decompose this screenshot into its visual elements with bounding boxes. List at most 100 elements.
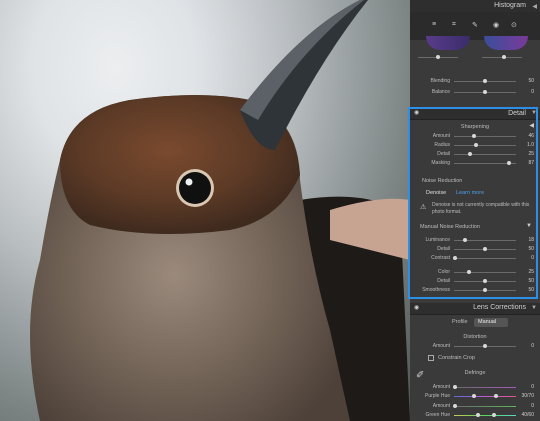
slider-label: Detail xyxy=(437,278,450,284)
right-panel: Histogram ◀ ≡ ⌗ ✎ ◉ ⊙ Blending 50 Balanc… xyxy=(410,0,540,421)
slider-purple-hue[interactable]: Purple Hue 30/70 xyxy=(410,393,540,400)
slider-label: Radius xyxy=(434,142,450,148)
slider-value[interactable]: 87 xyxy=(528,160,534,167)
slider-sharpen-amount[interactable]: Amount 46 xyxy=(410,133,540,140)
slider-label: Amount xyxy=(432,343,450,349)
lens-corrections-header[interactable]: ◉ Lens Corrections ▼ xyxy=(410,303,540,315)
slider-value[interactable]: 0 xyxy=(531,384,534,391)
slider-value[interactable]: 0 xyxy=(531,403,534,410)
slider-knob[interactable] xyxy=(453,385,457,389)
redeye-icon[interactable]: ◉ xyxy=(493,21,499,29)
slider-distortion-amount[interactable]: Amount 0 xyxy=(410,343,540,350)
color-wheels xyxy=(410,36,540,66)
manual-noise-label: Manual Noise Reduction xyxy=(420,224,480,230)
slider-label: Detail xyxy=(437,151,450,157)
color-wheel[interactable] xyxy=(426,36,470,50)
slider-knob[interactable] xyxy=(453,404,457,408)
slider-value[interactable]: 0 xyxy=(531,255,534,262)
slider-value[interactable]: 18 xyxy=(528,237,534,244)
slider-label: Amount xyxy=(432,403,450,409)
slider-contrast[interactable]: Contrast 0 xyxy=(410,255,540,262)
slider-knob[interactable] xyxy=(483,279,487,283)
slider-label: Balance xyxy=(431,89,450,95)
photo-canvas[interactable] xyxy=(0,0,410,421)
slider-knob[interactable] xyxy=(463,238,467,242)
slider-knob[interactable] xyxy=(483,344,487,348)
slider-value[interactable]: 0 xyxy=(531,89,534,96)
tab-profile[interactable]: Profile xyxy=(452,319,468,325)
slider-knob[interactable] xyxy=(483,90,487,94)
slider-knob[interactable] xyxy=(507,161,511,165)
collapse-icon[interactable]: ▼ xyxy=(526,223,532,229)
slider-color[interactable]: Color 25 xyxy=(410,269,540,276)
slider-knob[interactable] xyxy=(492,413,496,417)
collapse-icon[interactable]: ◀ xyxy=(532,3,537,10)
histogram-title: Histogram xyxy=(494,2,526,9)
visibility-icon[interactable]: ◉ xyxy=(414,304,419,311)
slider-balance[interactable]: Balance 0 xyxy=(410,89,540,96)
slider-smoothness[interactable]: Smoothness 50 xyxy=(410,287,540,294)
constrain-crop-checkbox[interactable] xyxy=(428,355,434,361)
visibility-icon[interactable]: ◉ xyxy=(414,109,419,116)
slider-color-detail[interactable]: Detail 50 xyxy=(410,278,540,285)
lens-corrections-title: Lens Corrections xyxy=(473,304,526,311)
learn-more-link[interactable]: Learn more xyxy=(456,190,484,196)
target-adjust-icon[interactable]: ◀ xyxy=(529,122,534,129)
slider-knob[interactable] xyxy=(483,79,487,83)
sliders-icon[interactable]: ≡ xyxy=(432,21,436,28)
slider-value[interactable]: 1.0 xyxy=(527,142,534,149)
crop-icon[interactable]: ⌗ xyxy=(452,21,456,29)
slider-label: Smoothness xyxy=(422,287,450,293)
slider-luminance[interactable]: Luminance 18 xyxy=(410,237,540,244)
slider-sharpen-masking[interactable]: Masking 87 xyxy=(410,160,540,167)
slider-green-hue[interactable]: Green Hue 40/60 xyxy=(410,412,540,419)
slider-value[interactable]: 30/70 xyxy=(521,393,534,400)
slider-value[interactable]: 50 xyxy=(528,287,534,294)
slider-lum-detail[interactable]: Detail 50 xyxy=(410,246,540,253)
slider-value[interactable]: 25 xyxy=(528,151,534,158)
warning-icon: ⚠ xyxy=(420,204,427,211)
slider-track[interactable] xyxy=(454,406,516,407)
slider-value[interactable]: 46 xyxy=(528,133,534,140)
slider-value[interactable]: 50 xyxy=(528,278,534,285)
detail-header[interactable]: ◉ Detail ▼ xyxy=(410,109,540,120)
slider-track[interactable] xyxy=(454,272,516,273)
collapse-icon[interactable]: ▼ xyxy=(531,110,537,116)
brush-icon[interactable]: ✎ xyxy=(472,21,478,29)
slider-knob[interactable] xyxy=(476,413,480,417)
slider-value[interactable]: 40/60 xyxy=(521,412,534,419)
slider-blending[interactable]: Blending 50 xyxy=(410,78,540,85)
noise-reduction-label: Noise Reduction xyxy=(422,178,463,184)
denoise-button[interactable]: Denoise xyxy=(426,190,446,196)
slider-knob[interactable] xyxy=(472,394,476,398)
distortion-label: Distortion xyxy=(463,334,487,340)
slider-value[interactable]: 0 xyxy=(531,343,534,350)
slider-green-amount[interactable]: Amount 0 xyxy=(410,403,540,410)
slider-purple-amount[interactable]: Amount 0 xyxy=(410,384,540,391)
slider-sharpen-detail[interactable]: Detail 25 xyxy=(410,151,540,158)
collapse-icon[interactable]: ▼ xyxy=(531,305,537,311)
slider-knob[interactable] xyxy=(483,247,487,251)
slider-track[interactable] xyxy=(454,415,516,416)
slider-value[interactable]: 50 xyxy=(528,246,534,253)
color-wheel[interactable] xyxy=(484,36,528,50)
slider-knob[interactable] xyxy=(483,288,487,292)
preset-icon[interactable]: ⊙ xyxy=(511,21,517,29)
slider-track[interactable] xyxy=(454,136,516,137)
slider-track[interactable] xyxy=(454,258,516,259)
slider-knob[interactable] xyxy=(468,152,472,156)
slider-knob[interactable] xyxy=(467,270,471,274)
slider-track[interactable] xyxy=(454,396,516,397)
slider-knob[interactable] xyxy=(453,256,457,260)
slider-knob[interactable] xyxy=(472,134,476,138)
slider-track[interactable] xyxy=(454,387,516,388)
slider-knob[interactable] xyxy=(474,143,478,147)
slider-value[interactable]: 50 xyxy=(528,78,534,85)
slider-sharpen-radius[interactable]: Radius 1.0 xyxy=(410,142,540,149)
wheel-slider-row[interactable] xyxy=(410,54,540,61)
slider-knob[interactable] xyxy=(494,394,498,398)
slider-value[interactable]: 25 xyxy=(528,269,534,276)
bird-photo xyxy=(30,0,410,421)
slider-track[interactable] xyxy=(454,154,516,155)
slider-track[interactable] xyxy=(454,145,516,146)
